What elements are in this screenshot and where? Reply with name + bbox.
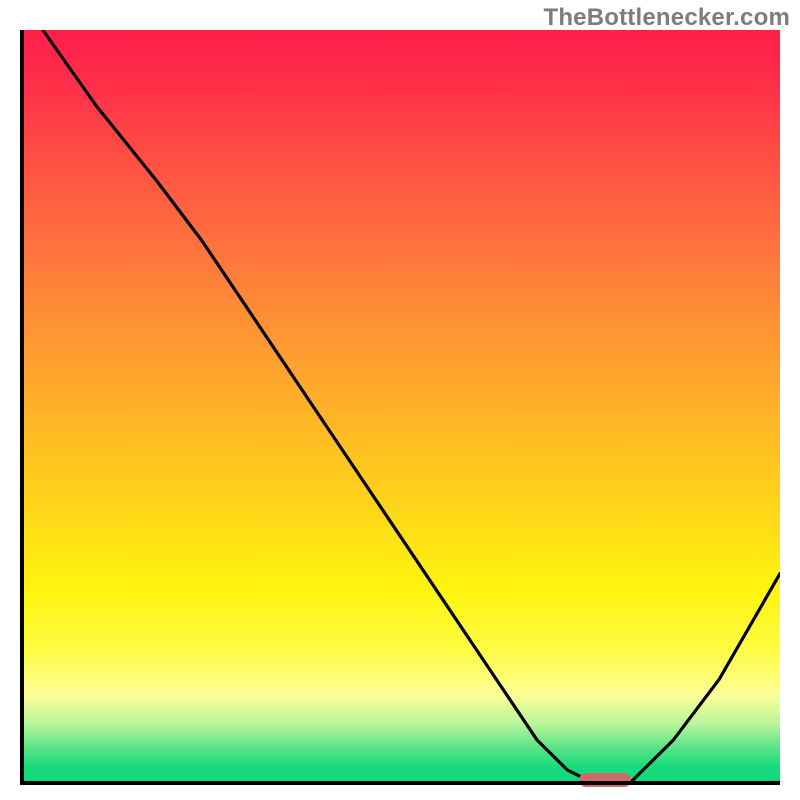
gradient-background (20, 30, 780, 785)
plot-area (20, 30, 780, 785)
attribution-label: TheBottlenecker.com (543, 4, 790, 32)
chart-container: TheBottlenecker.com (0, 0, 800, 800)
optimal-marker (579, 773, 631, 787)
